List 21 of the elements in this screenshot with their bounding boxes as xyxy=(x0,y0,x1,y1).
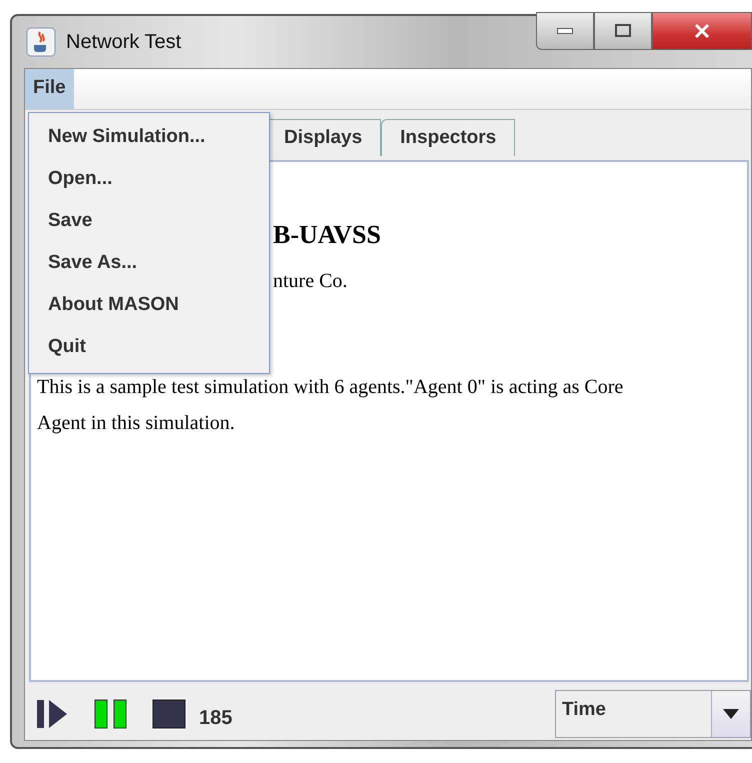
menu-item[interactable]: About MASON xyxy=(29,285,269,327)
maximize-icon xyxy=(613,23,633,39)
menu-item[interactable]: Save xyxy=(29,201,269,243)
subtitle: nture Co. xyxy=(273,270,348,293)
window-title: Network Test xyxy=(66,30,182,54)
time-dropdown[interactable]: Time xyxy=(555,690,751,738)
menu-title[interactable]: File xyxy=(25,69,74,109)
page-heading: B-UAVSS xyxy=(273,220,381,250)
menu-item[interactable]: Quit xyxy=(29,327,269,369)
maximize-button[interactable] xyxy=(594,12,652,50)
close-button[interactable] xyxy=(652,12,752,50)
close-icon xyxy=(692,23,712,39)
step-counter: 185 xyxy=(199,706,232,730)
tab[interactable]: Inspectors xyxy=(381,119,516,156)
menu-item[interactable]: Open... xyxy=(29,159,269,201)
caret-icon xyxy=(723,709,739,719)
minimize-icon xyxy=(557,28,573,34)
menu-item[interactable]: Save As... xyxy=(29,243,269,285)
coffee-cup-icon xyxy=(26,27,56,57)
description-text: This is a sample test simulation with 6 agents."Agent 0" is acting as Core Agent in this simulation. xyxy=(37,375,624,436)
minimize-button[interactable] xyxy=(536,12,594,50)
